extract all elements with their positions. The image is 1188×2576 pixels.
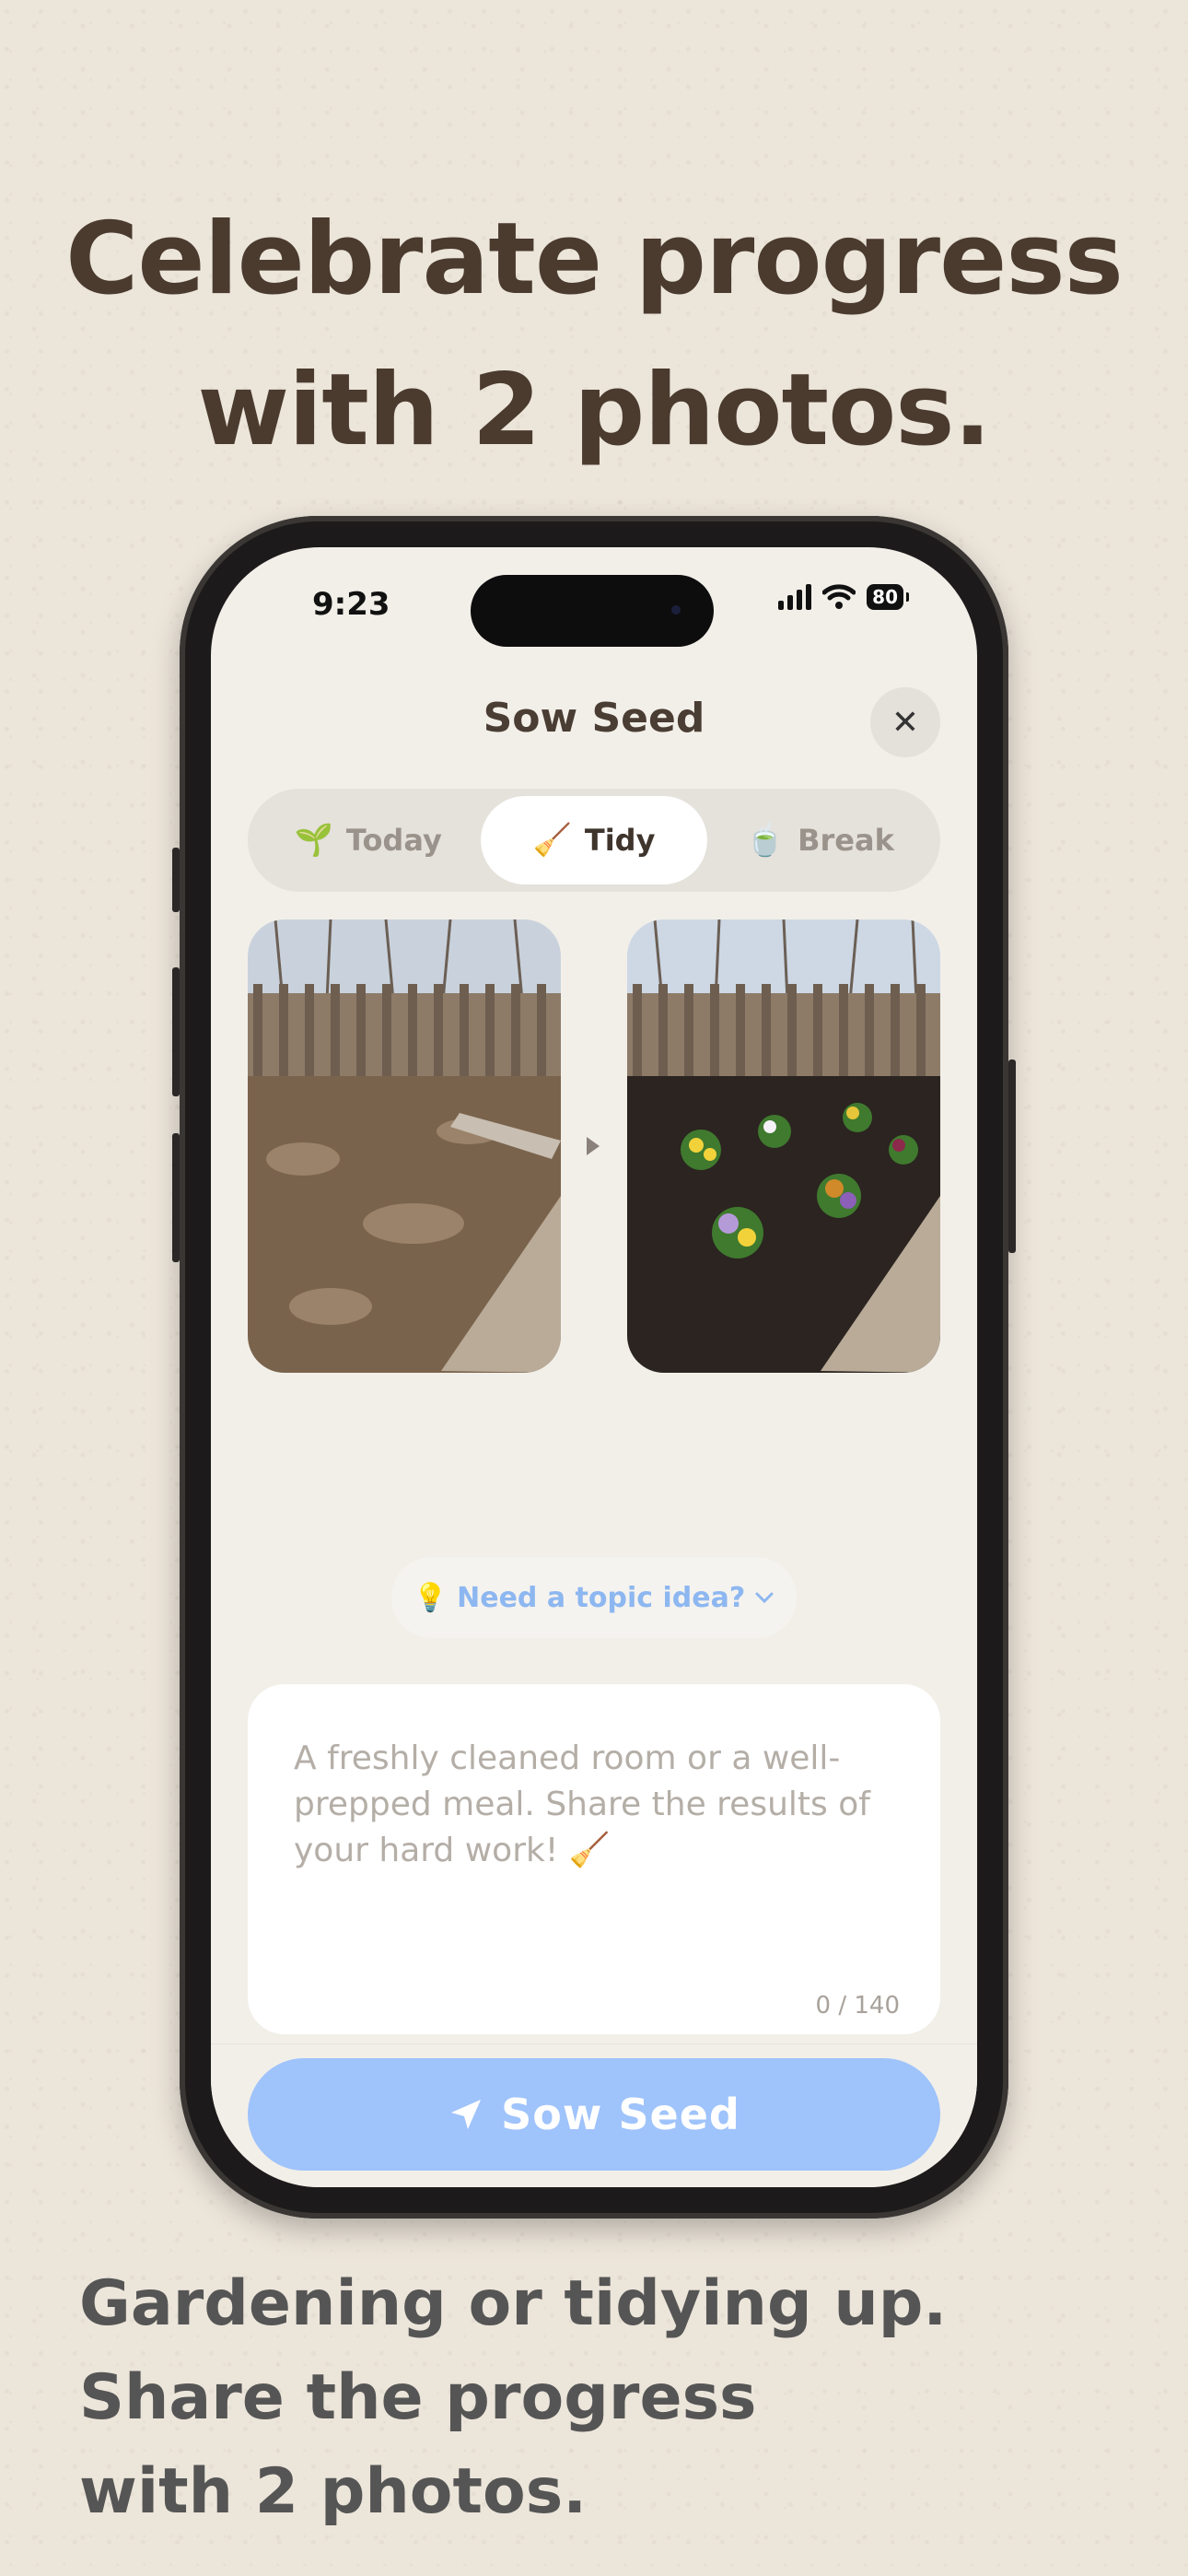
close-icon: ✕ <box>891 703 920 742</box>
tea-icon: 🍵 <box>745 822 786 859</box>
battery-icon: 80 <box>867 584 909 610</box>
tab-label: Tidy <box>584 823 656 858</box>
status-time: 9:23 <box>312 586 390 623</box>
tab-break[interactable]: 🍵 Break <box>707 796 933 884</box>
headline-line-1: Celebrate progress <box>65 202 1124 317</box>
broom-icon: 🧹 <box>532 822 572 859</box>
sprout-icon: 🌱 <box>294 822 333 859</box>
caption: Gardening or tidying up. Share the progr… <box>79 2257 947 2539</box>
topic-idea-button[interactable]: 💡 Need a topic idea? <box>391 1557 797 1638</box>
volume-up-button <box>172 967 180 1096</box>
sow-seed-label: Sow Seed <box>501 2090 740 2139</box>
before-photo[interactable] <box>248 919 561 1373</box>
mute-switch <box>172 848 180 912</box>
volume-down-button <box>172 1133 180 1262</box>
sheet-title: Sow Seed <box>483 695 705 742</box>
tab-label: Break <box>798 823 894 858</box>
tab-today[interactable]: 🌱 Today <box>255 796 481 884</box>
caption-line-1: Gardening or tidying up. <box>79 2267 948 2340</box>
phone-screen: 9:23 80 Sow Seed ✕ 🌱 Today 🧹 Tidy 🍵 Brea… <box>211 547 977 2187</box>
lightbulb-icon: 💡 <box>413 1581 448 1614</box>
headline-line-2: with 2 photos. <box>197 353 991 468</box>
post-text-input[interactable]: A freshly cleaned room or a well-prepped… <box>248 1684 940 2034</box>
tab-tidy[interactable]: 🧹 Tidy <box>481 796 707 884</box>
headline: Celebrate progress with 2 photos. <box>0 184 1188 486</box>
cellular-signal-icon <box>778 584 812 610</box>
category-tabs: 🌱 Today 🧹 Tidy 🍵 Break <box>248 789 940 892</box>
power-button <box>1008 1060 1016 1253</box>
wifi-icon <box>822 584 856 609</box>
post-text-placeholder: A freshly cleaned room or a well-prepped… <box>294 1739 870 1869</box>
phone-frame: 9:23 80 Sow Seed ✕ 🌱 Today 🧹 Tidy 🍵 Brea… <box>172 516 1016 2219</box>
dynamic-island <box>471 575 714 647</box>
caption-line-2: Share the progress <box>79 2361 757 2434</box>
send-icon <box>451 2100 482 2129</box>
sow-seed-button[interactable]: Sow Seed <box>248 2058 940 2171</box>
character-counter: 0 / 140 <box>815 1992 900 2020</box>
caption-line-3: with 2 photos. <box>79 2455 588 2528</box>
after-photo[interactable] <box>627 919 940 1373</box>
chevron-down-icon <box>755 1592 774 1604</box>
before-after-arrow-icon <box>587 1137 600 1155</box>
topic-idea-label: Need a topic idea? <box>457 1581 746 1614</box>
camera-dot <box>671 605 681 615</box>
close-button[interactable]: ✕ <box>870 687 940 757</box>
status-icons: 80 <box>778 584 909 610</box>
tab-label: Today <box>345 823 442 858</box>
